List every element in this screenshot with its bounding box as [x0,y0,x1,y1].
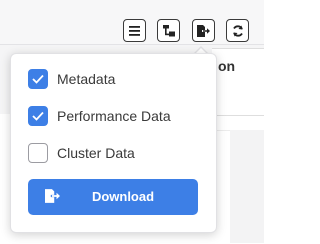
table-lower-cell [230,130,264,243]
column-header-label: on [218,58,236,74]
performance-data-checkbox[interactable] [28,106,48,126]
column-header[interactable]: on [212,48,264,86]
checkmark-icon [32,74,44,84]
refresh-button[interactable] [226,19,249,42]
metadata-checkbox[interactable] [28,69,48,89]
download-button[interactable]: Download [28,179,198,215]
table-cell [212,85,264,116]
cluster-data-checkbox[interactable] [28,143,48,163]
performance-data-label: Performance Data [57,108,171,124]
metadata-label: Metadata [57,71,116,87]
option-metadata[interactable]: Metadata [28,68,115,90]
export-icon [197,24,210,37]
list-button[interactable] [123,19,146,42]
option-performance-data[interactable]: Performance Data [28,105,171,127]
option-cluster-data[interactable]: Cluster Data [28,142,135,164]
checkmark-icon [32,111,44,121]
tree-button[interactable] [157,19,180,42]
cluster-data-label: Cluster Data [57,145,135,161]
list-icon [129,25,140,36]
export-button[interactable] [192,19,215,42]
tree-icon [162,24,175,36]
refresh-icon [232,24,243,37]
download-label: Download [91,189,155,204]
